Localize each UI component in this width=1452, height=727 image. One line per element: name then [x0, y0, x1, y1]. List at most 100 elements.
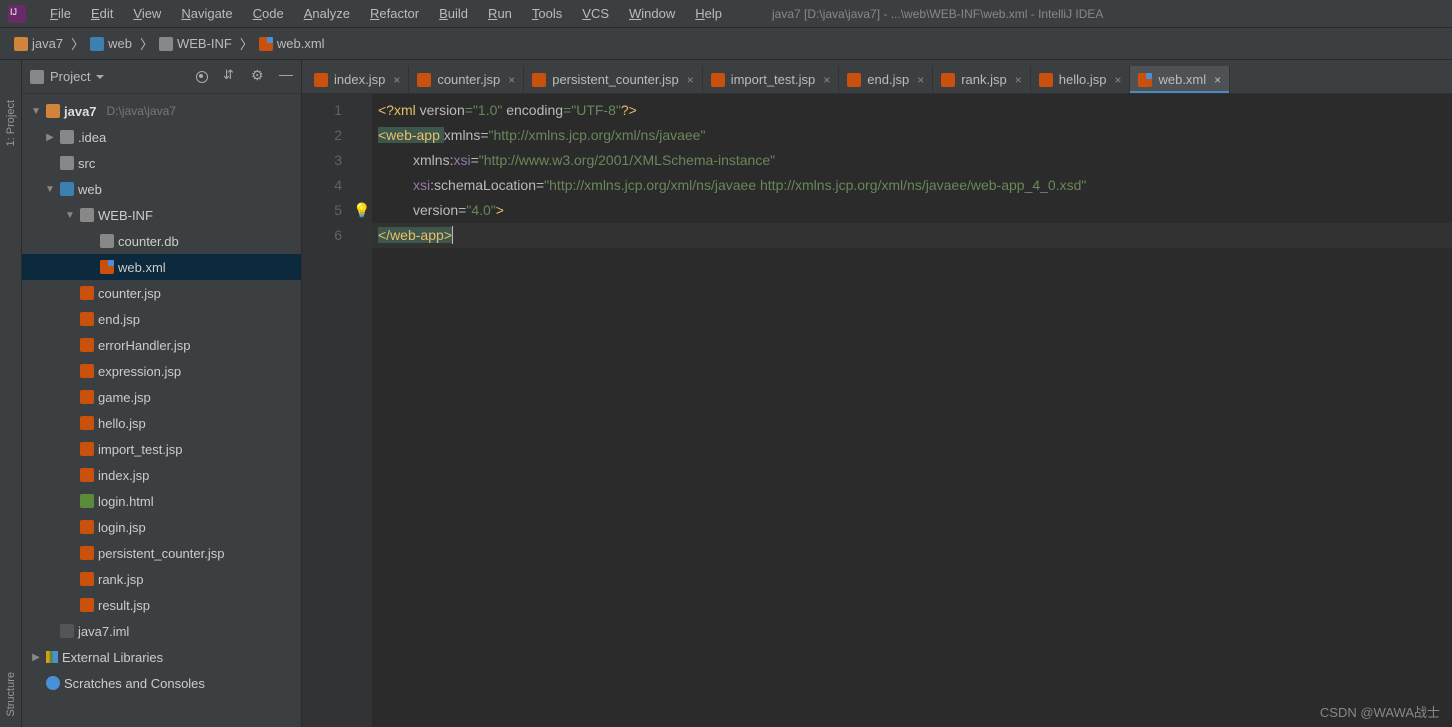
tree-arrow-icon[interactable]	[44, 132, 56, 143]
tree-item-scratches-and-consoles[interactable]: Scratches and Consoles	[22, 670, 301, 696]
tree-item-web[interactable]: web	[22, 176, 301, 202]
tree-item-java7[interactable]: java7D:\java\java7	[22, 98, 301, 124]
menu-code[interactable]: Code	[243, 2, 294, 25]
breadcrumb-item[interactable]: WEB-INF	[153, 34, 238, 53]
menu-edit[interactable]: Edit	[81, 2, 123, 25]
tree-item-persistent_counter-jsp[interactable]: persistent_counter.jsp	[22, 540, 301, 566]
menu-refactor[interactable]: Refactor	[360, 2, 429, 25]
tree-item-login-jsp[interactable]: login.jsp	[22, 514, 301, 540]
gear-icon[interactable]	[251, 70, 265, 84]
breadcrumb-bar: java7〉web〉WEB-INF〉web.xml	[0, 28, 1452, 60]
breadcrumb-item[interactable]: web.xml	[253, 34, 331, 53]
menu-help[interactable]: Help	[685, 2, 732, 25]
menu-view[interactable]: View	[123, 2, 171, 25]
tree-item-hello-jsp[interactable]: hello.jsp	[22, 410, 301, 436]
menu-analyze[interactable]: Analyze	[294, 2, 360, 25]
jsp-icon	[80, 598, 94, 612]
project-view-icon	[30, 70, 44, 84]
tree-item-errorhandler-jsp[interactable]: errorHandler.jsp	[22, 332, 301, 358]
tree-item-web-xml[interactable]: web.xml	[22, 254, 301, 280]
menu-window[interactable]: Window	[619, 2, 685, 25]
menu-run[interactable]: Run	[478, 2, 522, 25]
close-icon[interactable]: ×	[1015, 73, 1022, 87]
jsp-icon	[80, 364, 94, 378]
editor-tab-hello-jsp[interactable]: hello.jsp×	[1031, 66, 1131, 93]
project-tree[interactable]: java7D:\java\java7.ideasrcwebWEB-INFcoun…	[22, 94, 301, 727]
hide-icon[interactable]	[279, 70, 293, 84]
folder-web-icon	[90, 37, 104, 51]
project-title: Project	[50, 69, 90, 84]
code-content[interactable]: <?xml version="1.0" encoding="UTF-8"?> <…	[372, 94, 1452, 727]
jsp-icon	[80, 338, 94, 352]
menu-build[interactable]: Build	[429, 2, 478, 25]
editor-tab-end-jsp[interactable]: end.jsp×	[839, 66, 933, 93]
chevron-down-icon[interactable]	[96, 75, 104, 83]
tree-item-game-jsp[interactable]: game.jsp	[22, 384, 301, 410]
editor-tab-counter-jsp[interactable]: counter.jsp×	[409, 66, 524, 93]
tree-item-result-jsp[interactable]: result.jsp	[22, 592, 301, 618]
tree-item-index-jsp[interactable]: index.jsp	[22, 462, 301, 488]
folder-icon	[46, 104, 60, 118]
jsp-icon	[80, 390, 94, 404]
tree-arrow-icon[interactable]	[64, 210, 76, 221]
editor-area: index.jsp×counter.jsp×persistent_counter…	[302, 60, 1452, 727]
db-icon	[100, 234, 114, 248]
jsp-icon	[314, 73, 328, 87]
menu-navigate[interactable]: Navigate	[171, 2, 242, 25]
locate-icon[interactable]	[195, 70, 209, 84]
close-icon[interactable]: ×	[1214, 73, 1221, 87]
editor-tab-import_test-jsp[interactable]: import_test.jsp×	[703, 66, 840, 93]
html-icon	[80, 494, 94, 508]
tree-item-rank-jsp[interactable]: rank.jsp	[22, 566, 301, 592]
tree-arrow-icon[interactable]	[44, 184, 56, 195]
tree-item--idea[interactable]: .idea	[22, 124, 301, 150]
close-icon[interactable]: ×	[1114, 73, 1121, 87]
jsp-icon	[1039, 73, 1053, 87]
tree-item-web-inf[interactable]: WEB-INF	[22, 202, 301, 228]
jsp-icon	[80, 416, 94, 430]
tree-item-login-html[interactable]: login.html	[22, 488, 301, 514]
editor-tab-web-xml[interactable]: web.xml×	[1130, 66, 1230, 93]
tree-item-counter-jsp[interactable]: counter.jsp	[22, 280, 301, 306]
iml-icon	[60, 624, 74, 638]
folder-gray-icon	[80, 208, 94, 222]
scratch-icon	[46, 676, 60, 690]
watermark: CSDN @WAWA战士	[1320, 702, 1440, 721]
editor-tab-persistent_counter-jsp[interactable]: persistent_counter.jsp×	[524, 66, 702, 93]
tree-arrow-icon[interactable]	[30, 652, 42, 663]
tree-item-counter-db[interactable]: counter.db	[22, 228, 301, 254]
jsp-icon	[80, 546, 94, 560]
editor-tabs: index.jsp×counter.jsp×persistent_counter…	[302, 60, 1452, 94]
collapse-icon[interactable]	[223, 70, 237, 84]
jsp-icon	[711, 73, 725, 87]
menu-tools[interactable]: Tools	[522, 2, 572, 25]
menu-file[interactable]: File	[40, 2, 81, 25]
lib-icon	[46, 651, 58, 663]
close-icon[interactable]: ×	[823, 73, 830, 87]
tree-item-src[interactable]: src	[22, 150, 301, 176]
close-icon[interactable]: ×	[687, 73, 694, 87]
menu-vcs[interactable]: VCS	[572, 2, 619, 25]
window-title: java7 [D:\java\java7] - ...\web\WEB-INF\…	[772, 7, 1103, 21]
close-icon[interactable]: ×	[917, 73, 924, 87]
xml-icon	[259, 37, 273, 51]
breadcrumb-item[interactable]: java7	[8, 34, 69, 53]
editor-tab-index-jsp[interactable]: index.jsp×	[306, 66, 409, 93]
xml-icon	[1138, 73, 1152, 87]
breadcrumb-item[interactable]: web	[84, 34, 138, 53]
editor-tab-rank-jsp[interactable]: rank.jsp×	[933, 66, 1031, 93]
tree-item-expression-jsp[interactable]: expression.jsp	[22, 358, 301, 384]
tree-arrow-icon[interactable]	[30, 106, 42, 117]
tree-item-java7-iml[interactable]: java7.iml	[22, 618, 301, 644]
intention-bulb-icon[interactable]: 💡	[352, 198, 372, 223]
close-icon[interactable]: ×	[393, 73, 400, 87]
tree-item-end-jsp[interactable]: end.jsp	[22, 306, 301, 332]
jsp-icon	[80, 572, 94, 586]
tool-tab-project[interactable]: 1: Project	[5, 100, 17, 146]
close-icon[interactable]: ×	[508, 73, 515, 87]
code-area[interactable]: 123456 💡 <?xml version="1.0" encoding="U…	[302, 94, 1452, 727]
tree-item-import_test-jsp[interactable]: import_test.jsp	[22, 436, 301, 462]
project-tool-window: Project java7D:\java\java7.ideasrcwebWEB…	[22, 60, 302, 727]
tool-tab-structure[interactable]: Structure	[5, 672, 17, 717]
tree-item-external-libraries[interactable]: External Libraries	[22, 644, 301, 670]
